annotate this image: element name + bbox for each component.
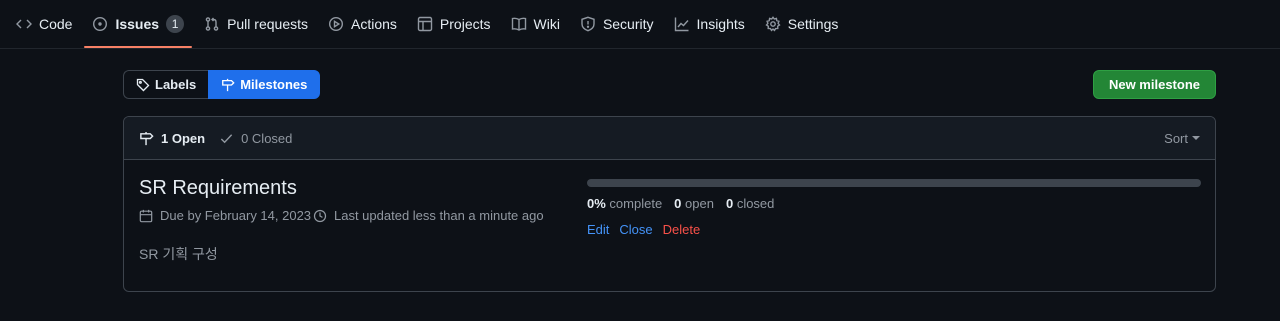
tab-settings[interactable]: Settings [757,0,847,48]
new-milestone-button[interactable]: New milestone [1092,70,1216,99]
complete-label: complete [609,196,663,211]
tab-security-label: Security [602,16,654,32]
tab-code-label: Code [39,16,73,32]
book-icon [511,16,527,32]
tab-security[interactable]: Security [572,0,662,48]
tab-projects-label: Projects [439,16,491,32]
tab-issues-label: Issues [115,16,160,32]
tab-insights[interactable]: Insights [666,0,753,48]
check-icon [220,133,233,143]
sort-label: Sort [1164,130,1188,146]
tab-pull-requests[interactable]: Pull requests [196,0,316,48]
milestone-stats: 0% complete 0 open 0 closed [587,196,786,211]
labels-milestones-switch: Labels Milestones [123,70,321,99]
delete-milestone-link[interactable]: Delete [663,222,701,237]
tab-wiki[interactable]: Wiki [503,0,568,48]
milestones-list: 1 Open 0 Closed Sort SR Requirements Due… [123,116,1216,292]
tab-actions[interactable]: Actions [320,0,405,48]
tab-actions-label: Actions [351,16,397,32]
tag-icon [136,78,150,91]
open-stat: 0 open [674,196,714,211]
graph-icon [674,16,690,32]
labels-tab-label: Labels [155,77,197,92]
open-label: open [685,196,714,211]
milestone-title[interactable]: SR Requirements [139,177,297,200]
open-milestones-filter[interactable]: 1 Open [139,131,205,146]
tab-insights-label: Insights [696,16,745,32]
complete-value: 0% [587,196,606,211]
closed-label: closed [736,196,775,211]
table-icon [417,16,433,32]
tab-settings-label: Settings [787,16,839,32]
milestone-icon [222,78,235,91]
milestone-due-date: Due by February 14, 2023 [139,208,311,223]
milestones-list-header: 1 Open 0 Closed Sort [124,117,1215,160]
issue-opened-icon [92,16,108,32]
due-date-text: Due by February 14, 2023 [160,208,312,223]
milestone-progress-bar [587,179,1201,187]
tab-issues[interactable]: Issues 1 [84,0,192,48]
tab-projects[interactable]: Projects [409,0,499,48]
caret-down-icon [1192,136,1200,140]
tab-pull-requests-label: Pull requests [227,16,308,32]
milestones-tab-label: Milestones [240,77,308,92]
last-updated-text: Last updated less than a minute ago [334,208,544,223]
tab-wiki-label: Wiki [533,16,560,32]
closed-milestones-label: 0 Closed [241,130,293,146]
edit-milestone-link[interactable]: Edit [587,222,609,237]
complete-stat: 0% complete [587,196,662,211]
tab-code[interactable]: Code [8,0,80,48]
gear-icon [765,16,781,32]
open-milestones-label: 1 Open [161,130,206,146]
closed-milestones-filter[interactable]: 0 Closed [219,131,292,146]
closed-stat: 0 closed [726,196,774,211]
milestones-tab[interactable]: Milestones [208,70,321,99]
close-milestone-link[interactable]: Close [619,222,652,237]
issues-count-badge: 1 [166,15,185,33]
closed-value: 0 [725,196,734,211]
clock-icon [313,209,327,222]
repo-nav: Code Issues 1 Pull requests Actions Proj… [0,0,1280,49]
milestone-last-updated: Last updated less than a minute ago [313,208,544,223]
git-pull-request-icon [204,16,220,32]
play-icon [328,16,344,32]
shield-icon [580,16,596,32]
code-icon [16,16,32,32]
milestone-actions: Edit Close Delete [587,222,710,237]
milestone-icon [140,131,154,145]
milestone-item: SR Requirements Due by February 14, 2023… [124,160,1215,291]
open-value: 0 [674,196,682,211]
milestone-description: SR 기획 구성 [139,246,218,262]
sort-dropdown[interactable]: Sort [1164,131,1200,146]
calendar-icon [139,209,153,222]
labels-tab[interactable]: Labels [123,70,209,99]
